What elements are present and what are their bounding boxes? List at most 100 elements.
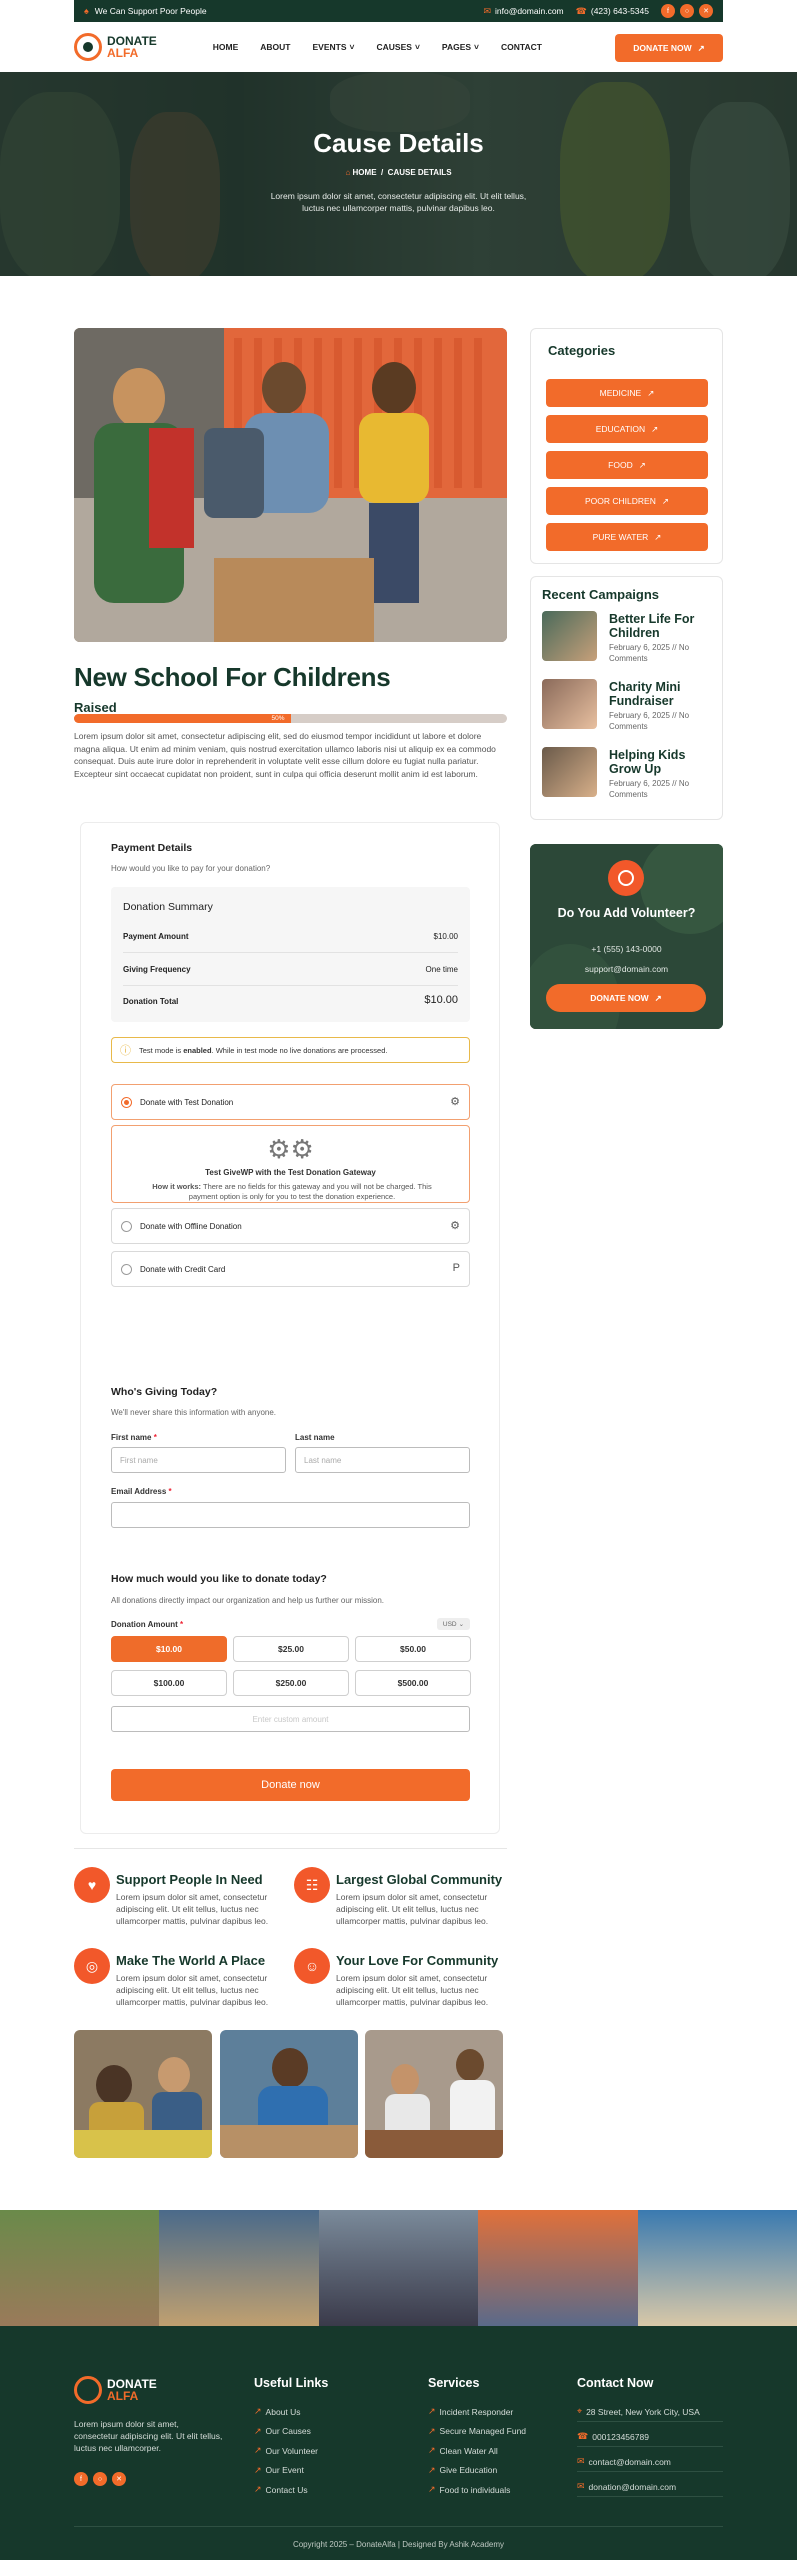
category-label: POOR CHILDREN [585,496,656,506]
gateway-radio[interactable] [121,1097,132,1108]
footer-link[interactable]: ↗ Secure Managed Fund [428,2426,526,2437]
footer-link[interactable]: ↗ Our Causes [254,2426,311,2437]
arrow-up-right-icon: ↗ [697,42,705,53]
arrow-up-right-icon: ↗ [654,531,662,542]
topbar-phone[interactable]: ☎ (423) 643-5345 [576,6,649,17]
volunteer-title: Do You Add Volunteer? [557,906,696,920]
contact-item[interactable]: ✉ donation@domain.com [577,2481,676,2492]
footer-link[interactable]: ↗ Clean Water All [428,2445,498,2456]
first-name-input[interactable]: First name [111,1447,286,1473]
summary-row-label: Giving Frequency [123,965,191,974]
category-button-medicine[interactable]: MEDICINE ↗ [546,379,708,407]
strip-image [637,2210,797,2326]
campaign-title[interactable]: Helping Kids Grow Up [609,748,719,776]
mail-icon: ✉ [577,2456,585,2466]
currency-selector[interactable]: USD ⌄ [437,1618,470,1630]
volunteer-email[interactable]: support@domain.com [530,964,723,974]
gateway-panel-desc: There are no fields for this gateway and… [188,1182,432,1201]
breadcrumb-home[interactable]: HOME [353,168,377,177]
section-divider [74,1848,507,1849]
arrow-up-right-icon: ↗ [254,2484,262,2494]
facebook-icon[interactable]: f [74,2472,88,2486]
site-logo[interactable]: DONATE ALFA [74,33,157,61]
gateway-option[interactable]: Donate with Credit Card P [111,1251,470,1287]
amount-option[interactable]: $500.00 [355,1670,471,1696]
instagram-icon[interactable]: ○ [93,2472,107,2486]
feature-title: Support People In Need [116,1872,263,1887]
gear-icon: ⚙ [450,1220,460,1232]
nav-item-events[interactable]: EVENTS ˅ [313,42,355,52]
feature-title: Make The World A Place [116,1953,266,1968]
volunteer-donate-button[interactable]: DONATE NOW ↗ [546,984,706,1012]
summary-row-value: One time [425,965,458,974]
nav-item-causes[interactable]: CAUSES ˅ [377,42,420,52]
footer-link[interactable]: ↗ Contact Us [254,2484,308,2495]
topbar-email[interactable]: ✉ info@domain.com [483,6,563,17]
campaign-title[interactable]: Charity Mini Fundraiser [609,680,719,708]
amount-option[interactable]: $50.00 [355,1636,471,1662]
footer-link[interactable]: ↗ About Us [254,2406,301,2417]
gateway-label: Donate with Offline Donation [140,1222,242,1231]
amount-option[interactable]: $100.00 [111,1670,227,1696]
category-button-education[interactable]: EDUCATION ↗ [546,415,708,443]
logo-mark-icon [74,33,102,61]
header-donate-button[interactable]: DONATE NOW ↗ [615,34,723,62]
gateway-option[interactable]: Donate with Offline Donation ⚙ [111,1208,470,1244]
page-hero: Cause Details ⌂ HOME / CAUSE DETAILS Lor… [0,72,797,276]
amount-option[interactable]: $250.00 [233,1670,349,1696]
footer-link[interactable]: ↗ Incident Responder [428,2406,513,2417]
contact-item-text: 000123456789 [592,2431,649,2442]
email-input[interactable] [111,1502,470,1528]
instagram-icon[interactable]: ○ [680,4,694,18]
breadcrumb-current: CAUSE DETAILS [387,168,452,177]
footer-link[interactable]: ↗ Food to individuals [428,2484,510,2495]
campaign-thumbnail[interactable] [542,679,597,729]
x-icon[interactable]: ✕ [112,2472,126,2486]
x-icon[interactable]: ✕ [699,4,713,18]
community-icon: ☷ [294,1867,330,1903]
required-mark: * [180,1620,184,1629]
contact-item[interactable]: ⌖ 28 Street, New York City, USA [577,2406,700,2417]
campaign-thumbnail[interactable] [542,611,597,661]
custom-amount-input[interactable]: Enter custom amount [111,1706,470,1732]
last-name-input[interactable]: Last name [295,1447,470,1473]
footer-link[interactable]: ↗ Give Education [428,2465,497,2476]
category-button-poor-children[interactable]: POOR CHILDREN ↗ [546,487,708,515]
campaign-thumbnail[interactable] [542,747,597,797]
amount-option[interactable]: $25.00 [233,1636,349,1662]
footer-link[interactable]: ↗ Our Event [254,2465,304,2476]
volunteer-phone[interactable]: +1 (555) 143-0000 [530,944,723,954]
donate-submit-button[interactable]: Donate now [111,1769,470,1801]
site-footer: DONATE ALFA Lorem ipsum dolor sit amet, … [0,2326,797,2560]
footer-social: f ○ ✕ [74,2472,126,2486]
facebook-icon[interactable]: f [661,4,675,18]
footer-link-label: Clean Water All [439,2445,498,2456]
paypal-icon: P [452,1262,460,1274]
category-label: PURE WATER [592,532,649,542]
nav-item-pages[interactable]: PAGES ˅ [442,42,479,52]
category-button-food[interactable]: FOOD ↗ [546,451,708,479]
people-icon: ☺ [294,1948,330,1984]
progress-fill: 50% [74,714,291,723]
amount-option[interactable]: $10.00 [111,1636,227,1662]
footer-logo[interactable]: DONATE ALFA [74,2376,157,2404]
feature-description: Lorem ipsum dolor sit amet, consectetur … [336,1973,489,2007]
gateway-option[interactable]: Donate with Test Donation ⚙ [111,1084,470,1120]
arrow-up-right-icon: ↗ [638,459,646,470]
gateway-label: Donate with Test Donation [140,1098,234,1107]
campaign-title[interactable]: Better Life For Children [609,612,719,640]
gateway-radio[interactable] [121,1221,132,1232]
contact-item[interactable]: ☎ 000123456789 [577,2431,649,2442]
gateway-radio[interactable] [121,1264,132,1275]
nav-item-contact[interactable]: CONTACT [501,42,542,52]
nav-item-about[interactable]: ABOUT [260,42,290,52]
nav-item-label: CAUSES [376,42,412,52]
footer-link-label: Secure Managed Fund [439,2426,527,2436]
topbar-phone-text: (423) 643-5345 [590,6,649,16]
contact-item[interactable]: ✉ contact@domain.com [577,2456,671,2467]
category-button-pure-water[interactable]: PURE WATER ↗ [546,523,708,551]
nav-item-home[interactable]: HOME [213,42,239,52]
contact-divider [577,2446,723,2447]
breadcrumb-separator: / [380,168,384,177]
footer-link[interactable]: ↗ Our Volunteer [254,2445,318,2456]
